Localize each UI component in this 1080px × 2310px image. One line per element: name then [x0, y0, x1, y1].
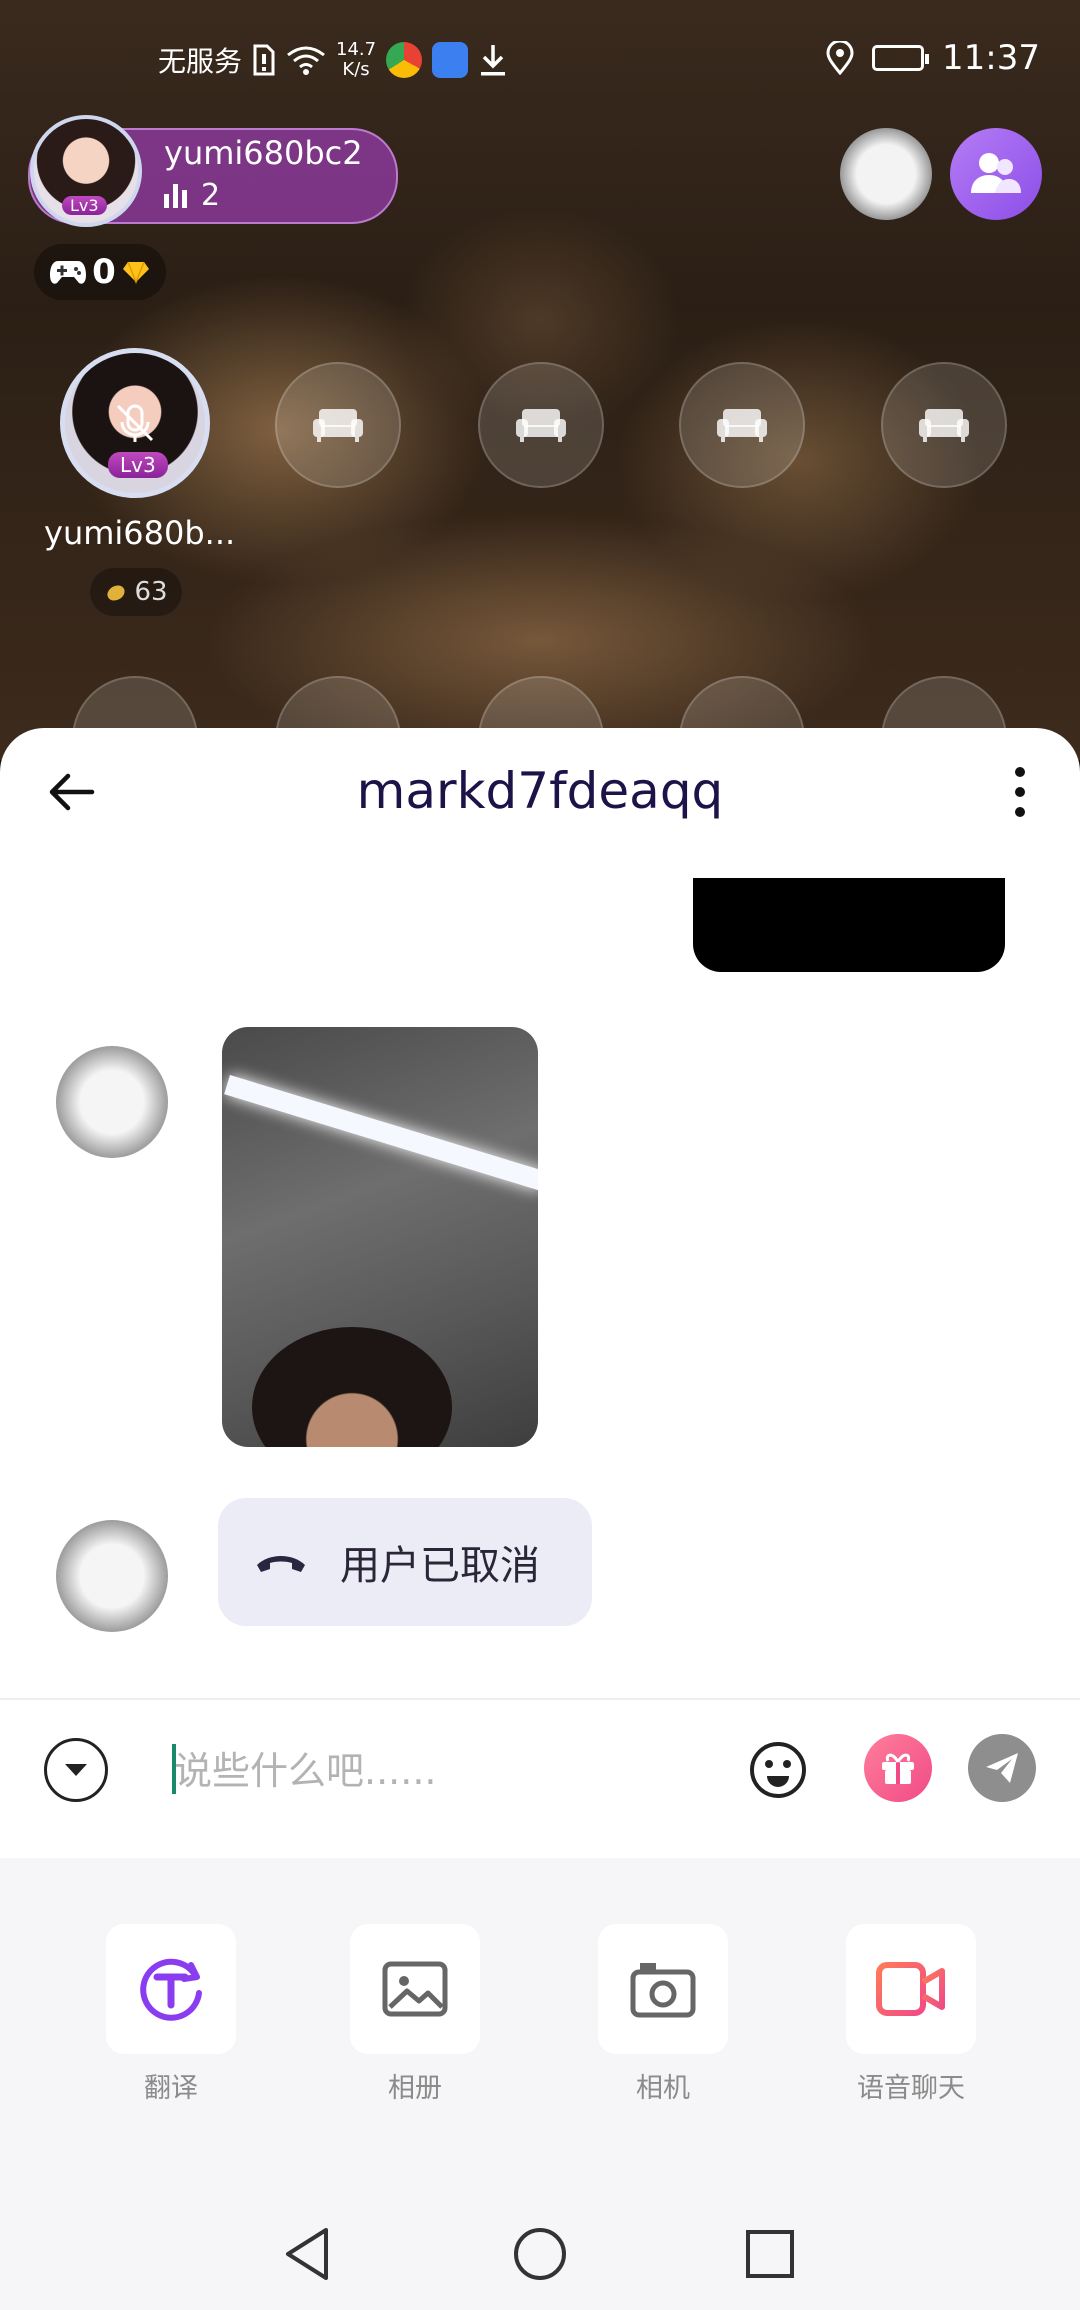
- gift-button[interactable]: [864, 1734, 932, 1802]
- send-button[interactable]: [968, 1734, 1036, 1802]
- empty-seat[interactable]: [881, 362, 1007, 488]
- chat-title: markd7fdeaqq: [356, 762, 724, 820]
- translate-icon: [140, 1958, 202, 2021]
- empty-seat[interactable]: [478, 362, 604, 488]
- battery-icon: [872, 45, 930, 71]
- location-icon: [826, 41, 854, 75]
- seat-level-badge: Lv3: [108, 452, 168, 478]
- diamond-icon: [122, 261, 149, 284]
- tool-video-chat[interactable]: 语音聊天: [844, 1924, 978, 2105]
- sim-icon: [253, 44, 275, 76]
- mic-muted-icon: [116, 404, 154, 442]
- sender-avatar[interactable]: [56, 1046, 168, 1158]
- sofa-icon: [919, 409, 969, 442]
- phone-hangup-icon: [257, 1556, 305, 1572]
- nav-back-icon[interactable]: [278, 2224, 338, 2284]
- clock: 11:37: [942, 38, 1040, 78]
- camera-icon: [630, 1963, 696, 2018]
- private-chat-sheet: markd7fdeaqq 用户已取消 说些什么吧...... 翻译 相册 相机 …: [0, 728, 1080, 2310]
- gamepad-icon: [50, 261, 87, 284]
- carrier-text: 无服务: [158, 45, 243, 78]
- empty-seat[interactable]: [679, 362, 805, 488]
- bean-icon: [107, 585, 125, 601]
- app-root: 无服务 14.7 K/s 11:37 Lv3 yumi680bc2 2 0 Lv…: [0, 0, 1080, 2310]
- tool-label: 相册: [388, 2073, 442, 2104]
- sender-avatar[interactable]: [56, 1520, 168, 1632]
- more-options-icon[interactable]: [1000, 764, 1040, 820]
- tool-label: 相机: [636, 2073, 690, 2104]
- host-level-badge: Lv3: [62, 196, 107, 215]
- users-icon: [971, 153, 1021, 193]
- gift-icon: [882, 1753, 914, 1784]
- nav-home-icon[interactable]: [510, 2224, 570, 2284]
- tool-label: 语音聊天: [857, 2073, 965, 2104]
- message-input-bar: [0, 1700, 1080, 1836]
- message-input[interactable]: [172, 1738, 736, 1804]
- viewer-avatar[interactable]: [840, 128, 932, 220]
- host-popularity: 2: [164, 178, 220, 213]
- send-icon: [986, 1753, 1018, 1783]
- browser-app-icon: [386, 42, 423, 78]
- status-bar: 无服务 14.7 K/s 11:37: [0, 30, 1080, 94]
- sofa-icon: [313, 409, 363, 442]
- call-record-bubble[interactable]: 用户已取消: [218, 1498, 592, 1626]
- tool-album[interactable]: 相册: [348, 1924, 482, 2105]
- wifi-icon: [287, 46, 325, 75]
- signal-bars-icon: [164, 183, 187, 208]
- app-notification-icon: [432, 42, 469, 78]
- tools-panel: 翻译 相册 相机 语音聊天: [0, 1858, 1080, 2188]
- chat-header: markd7fdeaqq: [0, 728, 1080, 856]
- gem-counter[interactable]: 0: [34, 244, 166, 300]
- text-cursor: [172, 1744, 176, 1794]
- tool-camera[interactable]: 相机: [596, 1924, 730, 2105]
- video-chat-icon: [876, 1962, 945, 2016]
- tool-translate[interactable]: 翻译: [104, 1924, 238, 2105]
- sofa-icon: [516, 409, 566, 442]
- tool-label: 翻译: [144, 2073, 198, 2104]
- host-name: yumi680bc2: [164, 134, 363, 172]
- members-button[interactable]: [950, 128, 1042, 220]
- call-status-text: 用户已取消: [340, 1543, 540, 1589]
- seat-score: 63: [90, 568, 182, 616]
- collapse-panel-button[interactable]: [44, 1738, 108, 1802]
- empty-seat[interactable]: [275, 362, 401, 488]
- sent-message-bubble[interactable]: [693, 878, 1005, 972]
- download-icon: [481, 45, 506, 76]
- sofa-icon: [717, 409, 767, 442]
- emoji-icon[interactable]: [748, 1740, 808, 1800]
- photo-content: [224, 1075, 538, 1191]
- network-speed: 14.7 K/s: [336, 39, 377, 80]
- seat-host-name: yumi680b...: [44, 514, 236, 552]
- photo-message[interactable]: [222, 1027, 538, 1447]
- chevron-down-icon: [65, 1764, 87, 1776]
- system-navigation-bar: [0, 2188, 1080, 2310]
- album-icon: [382, 1961, 448, 2017]
- nav-recents-icon[interactable]: [740, 2224, 800, 2284]
